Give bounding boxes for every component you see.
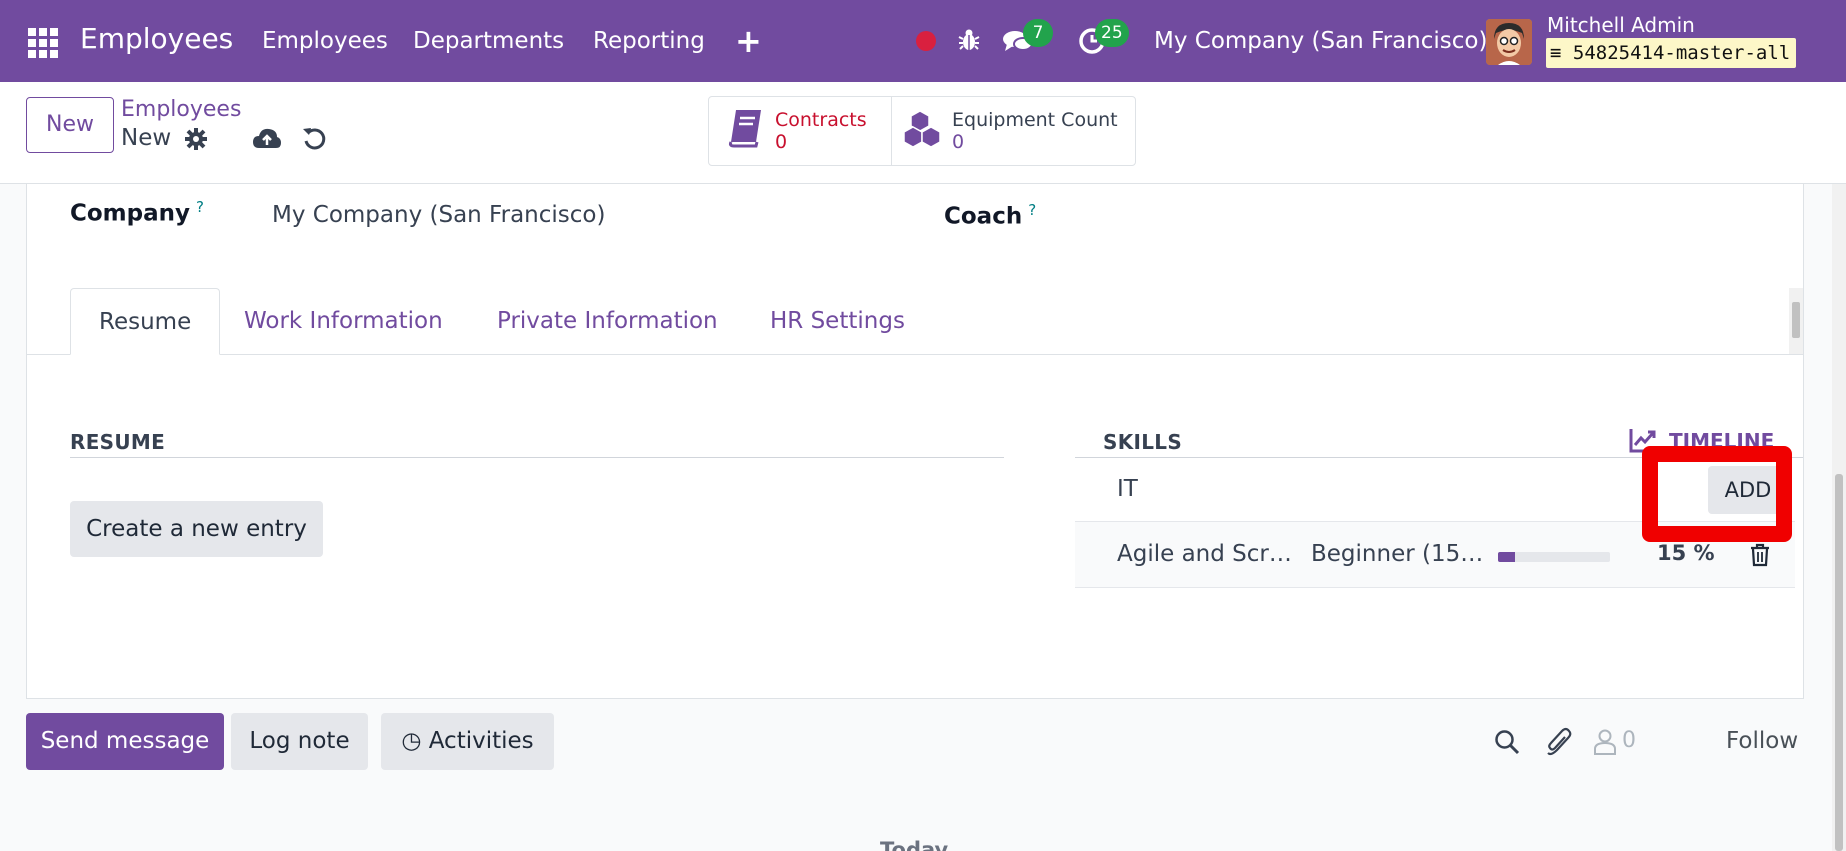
resume-section-title: RESUME	[70, 430, 166, 454]
cloud-upload-icon[interactable]	[252, 126, 282, 152]
page-scrollbar[interactable]	[1832, 184, 1846, 851]
database-name: 54825414-master-all	[1572, 42, 1791, 64]
menu-reporting[interactable]: Reporting	[593, 28, 705, 54]
menu-employees[interactable]: Employees	[262, 28, 388, 54]
equipment-label: Equipment Count	[952, 109, 1118, 131]
app-brand[interactable]: Employees	[80, 22, 233, 55]
clock-icon: ◷	[401, 728, 422, 754]
create-entry-button[interactable]: Create a new entry	[70, 501, 323, 557]
skill-progress-fill	[1498, 552, 1515, 562]
database-icon: ≡	[1550, 42, 1562, 64]
activities-button[interactable]: ◷ Activities	[381, 713, 554, 770]
company-label-text: Company	[70, 200, 190, 227]
today-separator: Today	[880, 838, 949, 851]
form-sheet: Company? My Company (San Francisco) Coac…	[26, 184, 1804, 699]
new-button[interactable]: New	[26, 97, 114, 153]
equipment-count: 0	[952, 131, 965, 153]
chat-badge: 7	[1023, 19, 1053, 47]
log-note-button[interactable]: Log note	[231, 713, 368, 770]
coach-label: Coach?	[944, 201, 1036, 230]
coach-label-text: Coach	[944, 203, 1023, 230]
skill-name: Agile and Scr…	[1117, 541, 1292, 567]
top-navbar: Employees Employees Departments Reportin…	[0, 0, 1846, 82]
cubes-icon	[904, 110, 941, 148]
skill-progress-text: 15 %	[1657, 541, 1715, 565]
tabs-scrollbar[interactable]	[1789, 288, 1803, 354]
tab-hr-settings[interactable]: HR Settings	[742, 288, 933, 355]
database-badge: ≡ 54825414-master-all	[1546, 38, 1797, 68]
activity-badge: 25	[1095, 19, 1129, 47]
gear-icon[interactable]	[184, 127, 208, 151]
tab-work-information[interactable]: Work Information	[216, 288, 471, 355]
company-field[interactable]: My Company (San Francisco)	[272, 202, 605, 228]
apps-grid-icon[interactable]	[28, 28, 58, 58]
company-switcher[interactable]: My Company (San Francisco)	[1154, 28, 1487, 54]
bug-icon[interactable]	[957, 27, 981, 53]
book-icon	[728, 110, 761, 148]
company-label: Company?	[70, 198, 204, 227]
plus-icon[interactable]: +	[735, 22, 762, 60]
contracts-label: Contracts	[775, 109, 867, 131]
skill-type-row: IT ADD	[1075, 458, 1795, 522]
contracts-count: 0	[775, 131, 788, 153]
skill-level: Beginner (15…	[1311, 541, 1484, 567]
company-help-icon[interactable]: ?	[196, 198, 204, 216]
skill-type-name: IT	[1117, 476, 1138, 502]
equipment-smart-button[interactable]: Equipment Count 0	[892, 97, 1135, 165]
user-name[interactable]: Mitchell Admin	[1547, 13, 1695, 37]
menu-departments[interactable]: Departments	[413, 28, 564, 54]
control-panel: New Employees New Contracts 0 Equipment …	[0, 82, 1846, 184]
breadcrumb-current: New	[121, 125, 172, 151]
skills-section-title: SKILLS	[1103, 430, 1183, 454]
record-dot-icon[interactable]	[916, 31, 936, 51]
trash-icon[interactable]	[1750, 543, 1770, 567]
skill-progress-bar	[1498, 552, 1610, 562]
send-message-button[interactable]: Send message	[26, 713, 224, 770]
follow-button[interactable]: Follow	[1726, 728, 1798, 754]
followers-icon[interactable]	[1594, 729, 1616, 755]
skill-row[interactable]: Agile and Scr… Beginner (15… 15 %	[1075, 522, 1795, 588]
discard-icon[interactable]	[302, 126, 328, 152]
tab-private-information[interactable]: Private Information	[469, 288, 746, 355]
followers-count: 0	[1622, 728, 1636, 753]
resume-divider	[70, 457, 1004, 458]
paperclip-icon[interactable]	[1545, 727, 1573, 757]
chart-line-icon[interactable]	[1629, 427, 1657, 453]
avatar[interactable]	[1486, 19, 1532, 65]
search-icon[interactable]	[1494, 729, 1520, 755]
coach-field[interactable]	[1327, 202, 1767, 232]
breadcrumb-employees[interactable]: Employees	[121, 97, 241, 122]
activities-label: Activities	[428, 728, 534, 754]
smart-buttons: Contracts 0 Equipment Count 0	[708, 96, 1136, 166]
contracts-smart-button[interactable]: Contracts 0	[709, 97, 892, 165]
tab-resume[interactable]: Resume	[70, 288, 221, 355]
add-skill-button[interactable]: ADD	[1708, 466, 1788, 514]
coach-help-icon[interactable]: ?	[1028, 201, 1036, 219]
timeline-link[interactable]: TIMELINE	[1669, 429, 1774, 453]
